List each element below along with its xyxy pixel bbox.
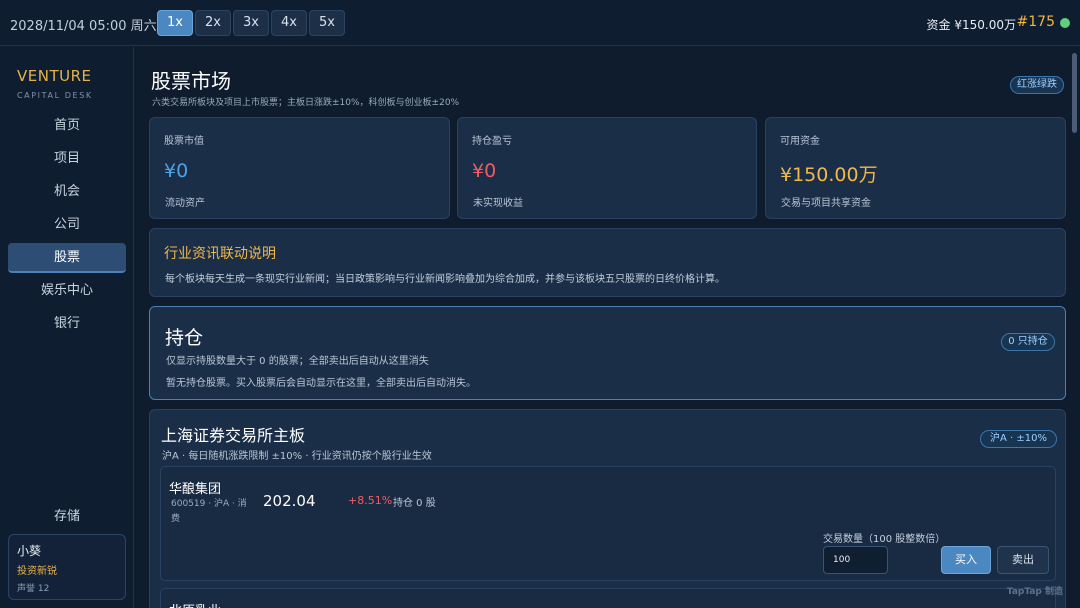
scrollbar[interactable] — [1072, 53, 1077, 133]
exchange-panel-sse-main: 上海证券交易所主板 沪A · 每日随机涨跌限制 ±10% · 行业资讯仍按个股行… — [149, 409, 1066, 608]
stat-value: ¥0 — [472, 160, 497, 182]
status-dot-icon — [1060, 18, 1070, 28]
funds-display: 资金 ¥150.00万 — [926, 18, 1016, 32]
stat-label: 股票市值 — [164, 136, 204, 147]
page-title: 股票市场 — [151, 69, 231, 93]
stat-card-available-funds: 可用资金 ¥150.00万 交易与项目共享资金 — [765, 117, 1066, 219]
speed-2x-button[interactable]: 2x — [195, 10, 231, 36]
sidebar-nav: 首页 项目 机会 公司 股票 娱乐中心 银行 — [8, 111, 126, 342]
user-title: 投资新锐 — [17, 566, 57, 577]
stock-price: 202.04 — [263, 492, 316, 510]
exchange-subtitle: 沪A · 每日随机涨跌限制 ±10% · 行业资讯仍按个股行业生效 — [162, 451, 432, 462]
holdings-title: 持仓 — [165, 327, 204, 349]
speed-5x-button[interactable]: 5x — [309, 10, 345, 36]
page-subtitle: 六类交易所板块及项目上市股票；主板日涨跌±10%，科创板与创业板±20% — [152, 98, 460, 108]
sidebar-item-companies[interactable]: 公司 — [8, 210, 126, 240]
speed-controls: 1x 2x 3x 4x 5x — [157, 10, 347, 36]
quantity-input[interactable] — [823, 546, 888, 574]
stat-value: ¥0 — [164, 160, 189, 182]
sidebar-item-projects[interactable]: 项目 — [8, 144, 126, 174]
stat-label: 持仓盈亏 — [472, 136, 512, 147]
speed-4x-button[interactable]: 4x — [271, 10, 307, 36]
sidebar-item-home[interactable]: 首页 — [8, 111, 126, 141]
sidebar-item-bank[interactable]: 银行 — [8, 309, 126, 339]
buy-button[interactable]: 买入 — [941, 546, 991, 574]
top-bar: 2028/11/04 05:00 周六 1x 2x 3x 4x 5x 资金 ¥1… — [0, 0, 1080, 46]
stock-name: 华酿集团 — [169, 482, 222, 497]
watermark-logo: TapTap 制造 — [1006, 587, 1063, 597]
speed-1x-button[interactable]: 1x — [157, 10, 193, 36]
sell-button[interactable]: 卖出 — [997, 546, 1049, 574]
quantity-label: 交易数量（100 股整数倍） — [823, 534, 946, 545]
holdings-subtitle: 仅显示持股数量大于 0 的股票；全部卖出后自动从这里消失 — [166, 356, 429, 367]
stat-value: ¥150.00万 — [780, 164, 878, 186]
stock-row: 北原乳业 — [160, 588, 1056, 608]
info-text: 每个板块每天生成一条现实行业新闻；当日政策影响与行业新闻影响叠加为综合加成，并参… — [165, 274, 725, 285]
holdings-panel: 持仓 0 只持仓 仅显示持股数量大于 0 的股票；全部卖出后自动从这里消失 暂无… — [149, 306, 1066, 400]
holdings-count-badge: 0 只持仓 — [1001, 333, 1055, 351]
stat-card-pnl: 持仓盈亏 ¥0 未实现收益 — [457, 117, 757, 219]
stat-note: 流动资产 — [165, 198, 205, 209]
exchange-badge: 沪A · ±10% — [980, 430, 1057, 448]
main-content: 股票市场 六类交易所板块及项目上市股票；主板日涨跌±10%，科创板与创业板±20… — [134, 47, 1080, 608]
save-button[interactable]: 存储 — [0, 505, 134, 524]
user-name: 小葵 — [17, 544, 42, 558]
holdings-empty-text: 暂无持仓股票。买入股票后会自动显示在这里，全部卖出后自动消失。 — [166, 378, 476, 389]
brand-subtitle: CAPITAL DESK — [17, 91, 93, 100]
game-datetime: 2028/11/04 05:00 周六 — [10, 19, 157, 34]
industry-news-info-card: 行业资讯联动说明 每个板块每天生成一条现实行业新闻；当日政策影响与行业新闻影响叠… — [149, 228, 1066, 297]
user-reputation: 声誉 12 — [17, 584, 50, 594]
sidebar-item-entertainment[interactable]: 娱乐中心 — [8, 276, 126, 306]
stock-meta: 600519 · 沪A · 消费 — [171, 499, 247, 524]
stock-position: 持仓 0 股 — [393, 498, 436, 509]
sidebar-item-stocks[interactable]: 股票 — [8, 243, 126, 273]
speed-3x-button[interactable]: 3x — [233, 10, 269, 36]
info-title: 行业资讯联动说明 — [164, 246, 276, 262]
rank-display: #175 — [1016, 14, 1055, 30]
stat-card-market-value: 股票市值 ¥0 流动资产 — [149, 117, 450, 219]
sidebar: VENTURE CAPITAL DESK 首页 项目 机会 公司 股票 娱乐中心… — [0, 47, 134, 608]
stat-note: 未实现收益 — [473, 198, 523, 209]
brand-logo: VENTURE — [17, 67, 92, 85]
color-mode-badge[interactable]: 红涨绿跌 — [1010, 76, 1064, 94]
stock-change: +8.51% — [348, 494, 393, 507]
stat-label: 可用资金 — [780, 136, 820, 147]
exchange-title: 上海证券交易所主板 — [161, 426, 306, 445]
user-card[interactable]: 小葵 投资新锐 声誉 12 — [8, 534, 126, 600]
stock-row: 华酿集团 600519 · 沪A · 消费 202.04 +8.51% 持仓 0… — [160, 466, 1056, 581]
stat-note: 交易与项目共享资金 — [781, 198, 871, 209]
sidebar-item-opportunities[interactable]: 机会 — [8, 177, 126, 207]
stock-name: 北原乳业 — [169, 600, 221, 608]
